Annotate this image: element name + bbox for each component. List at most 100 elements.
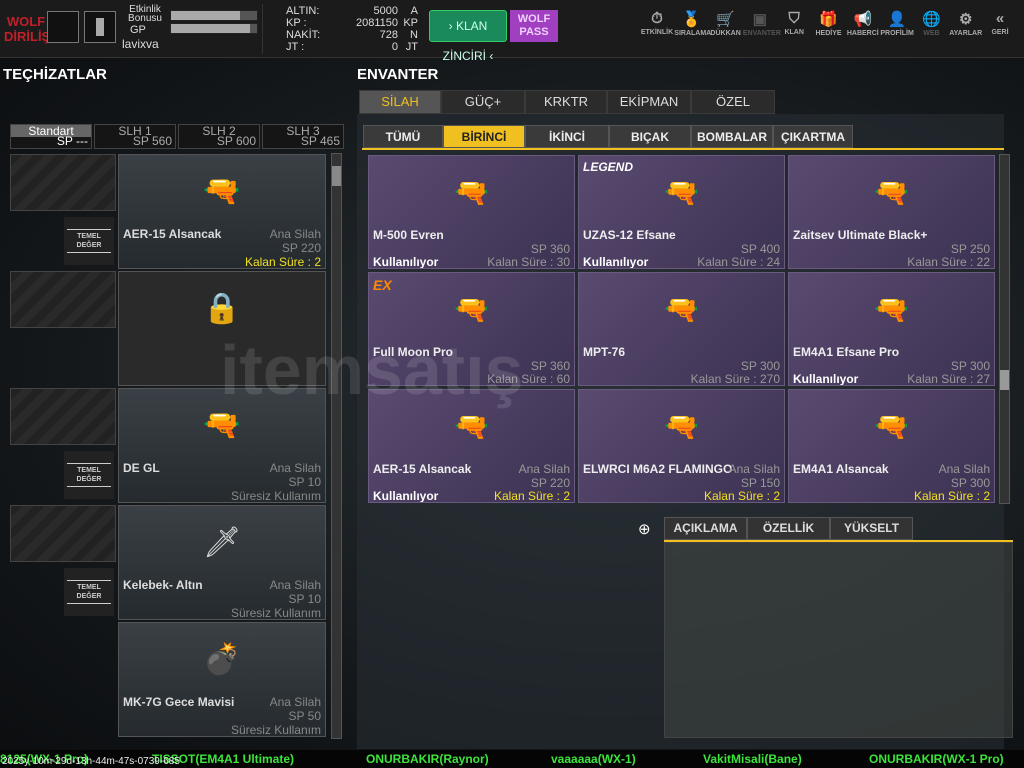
detail-tab-0[interactable]: AÇIKLAMA <box>664 517 747 540</box>
subtab-3[interactable]: BIÇAK <box>609 125 691 148</box>
item-name: MK-7G Gece Mavisi <box>123 695 235 709</box>
subtab-5[interactable]: ÇIKARTMA <box>773 125 853 148</box>
item-type: Ana Silah <box>938 462 990 476</box>
zoom-icon[interactable]: ⊕ <box>638 520 651 538</box>
item-time: Süresiz Kullanım <box>230 489 321 503</box>
weapon-image: 🔫 <box>874 293 909 325</box>
nav-envanter[interactable]: ▣ ENVANTER <box>743 10 781 37</box>
nav-label: AYARLAR <box>949 30 983 37</box>
subtab-4[interactable]: BOMBALAR <box>691 125 773 148</box>
inventory-item[interactable]: 🔫 EM4A1 Efsane Pro SP 300 Kullanılıyor Kalan… <box>788 272 995 386</box>
profi̇li̇m-icon: 👤 <box>887 11 907 28</box>
item-sp: SP 360 <box>530 242 570 256</box>
currency-unit: N <box>410 29 418 41</box>
subtab-2[interactable]: İKİNCİ <box>525 125 609 148</box>
item-time: Süresiz Kullanım <box>230 606 321 620</box>
base-value-button[interactable]: TEMEL DEĞER <box>64 451 114 499</box>
equipped-item[interactable]: 🗡 Kelebek- Altın Ana Silah SP 10 Süresiz Kul… <box>118 505 326 620</box>
currency-value: 0 <box>391 41 398 53</box>
loadout-sp: SP 465 <box>300 134 340 148</box>
weapon-image: 🗡 <box>202 525 242 559</box>
empty-slot[interactable] <box>10 154 116 211</box>
item-time: Kalan Süre : 270 <box>690 372 780 386</box>
tab-4[interactable]: ÖZEL <box>691 90 775 114</box>
equipment-title: TEÇHİZATLAR <box>3 66 107 83</box>
ayarlar-icon: ⚙ <box>958 11 973 28</box>
nav-etki̇nli̇k[interactable]: ⏱ ETKİNLİK <box>640 10 674 36</box>
item-status: Kullanılıyor <box>373 255 439 269</box>
item-sp: SP 150 <box>740 476 780 490</box>
nav-label: SIRALAMA <box>674 30 712 37</box>
loadout-tab[interactable]: SLH 3 SP 465 <box>262 124 344 149</box>
empty-slot[interactable] <box>10 505 116 562</box>
event-bonus-bar <box>170 10 258 21</box>
item-badge: LEGEND <box>583 160 634 174</box>
currency-value: 728 <box>379 29 398 41</box>
nav-profi̇li̇m[interactable]: 👤 PROFİLİM <box>880 10 914 37</box>
loadout-tab[interactable]: SLH 1 SP 560 <box>94 124 176 149</box>
item-time: Kalan Süre : 22 <box>907 255 990 269</box>
base-value-button[interactable]: TEMEL DEĞER <box>64 217 114 265</box>
hedi̇ye-icon: 🎁 <box>819 11 838 28</box>
nav-label: GERİ <box>991 29 1009 36</box>
inventory-item[interactable]: 🔫 ELWRCI M6A2 FLAMINGO Ana Silah SP 150 Kala… <box>578 389 785 503</box>
tab-0[interactable]: SİLAH <box>359 90 441 114</box>
item-name: M-500 Evren <box>373 228 444 242</box>
nav-klan[interactable]: ⛉ KLAN <box>777 10 811 36</box>
tab-2[interactable]: KRKTR <box>525 90 607 114</box>
loadout-sp: SP 560 <box>132 134 172 148</box>
empty-slot[interactable] <box>10 271 116 328</box>
item-name: EM4A1 Alsancak <box>793 462 889 476</box>
base-value-button[interactable]: TEMEL DEĞER <box>64 568 114 616</box>
loadout-tab[interactable]: SLH 2 SP 600 <box>178 124 260 149</box>
nav-hedi̇ye[interactable]: 🎁 HEDİYE <box>812 10 846 37</box>
inventory-item[interactable]: 🔫 Zaitsev Ultimate Black+ SP 250 Kalan Süre… <box>788 155 995 269</box>
inventory-scrollbar[interactable] <box>999 154 1010 504</box>
loadout-tab[interactable]: Standart SP --- <box>10 124 92 149</box>
item-sp: SP 300 <box>950 359 990 373</box>
clan-chain-button[interactable]: › KLAN ZİNCİRİ ‹ <box>429 10 507 63</box>
subtab-0[interactable]: TÜMÜ <box>363 125 443 148</box>
nav-siralama[interactable]: 🏅 SIRALAMA <box>674 10 712 37</box>
currency-value: 5000 <box>373 5 398 17</box>
timestamp: 2025y-10m-29d-13h-44m-47s-0739-685 <box>2 756 180 767</box>
item-type: Ana Silah <box>269 578 321 592</box>
nav-web[interactable]: 🌐 WEB <box>914 10 948 37</box>
tab-1[interactable]: GÜÇ+ <box>441 90 525 114</box>
klan-icon: ⛉ <box>788 10 800 27</box>
item-type: Ana Silah <box>269 461 321 475</box>
item-time: Süresiz Kullanım <box>230 723 321 737</box>
item-time: Kalan Süre : 2 <box>913 489 990 503</box>
equipped-item[interactable]: 🔫 AER-15 Alsancak Ana Silah SP 220 Kalan Sür… <box>118 154 326 269</box>
nav-geri̇[interactable]: « GERİ <box>983 10 1017 36</box>
item-sp: SP 250 <box>950 242 990 256</box>
wolf-pass-button[interactable]: WOLF PASS <box>510 10 558 42</box>
tab-3[interactable]: EKİPMAN <box>607 90 691 114</box>
inventory-item[interactable]: 🔫 MPT-76 SP 300 Kalan Süre : 270 <box>578 272 785 386</box>
item-sp: SP 300 <box>950 476 990 490</box>
gp-label: GP <box>130 24 146 36</box>
weapon-image: 🔫 <box>874 410 909 442</box>
clan-emblem <box>47 11 79 43</box>
nav-dükkan[interactable]: 🛒 DÜKKAN <box>709 10 743 37</box>
nav-ayarlar[interactable]: ⚙ AYARLAR <box>949 10 983 37</box>
item-time: Kalan Süre : 2 <box>493 489 570 503</box>
nav-label: DÜKKAN <box>710 30 741 37</box>
item-name: AER-15 Alsancak <box>123 227 222 241</box>
weapon-image: 🔫 <box>874 176 909 208</box>
equipped-item[interactable]: 💣 MK-7G Gece Mavisi Ana Silah SP 50 Süresiz … <box>118 622 326 737</box>
detail-tab-2[interactable]: YÜKSELT <box>830 517 913 540</box>
inventory-item[interactable]: 🔫 LEGEND UZAS-12 Efsane SP 400 Kullanılıyor K… <box>578 155 785 269</box>
inventory-item[interactable]: 🔫 EM4A1 Alsancak Ana Silah SP 300 Kalan Süre… <box>788 389 995 503</box>
empty-slot[interactable] <box>10 388 116 445</box>
currency-unit: KP <box>403 17 418 29</box>
nav-haberci̇[interactable]: 📢 HABERCİ <box>846 10 880 37</box>
subtab-1[interactable]: BİRİNCİ <box>443 125 525 148</box>
inventory-item[interactable]: 🔫 M-500 Evren SP 360 Kullanılıyor Kalan Süre… <box>368 155 575 269</box>
item-status: Kullanılıyor <box>583 255 649 269</box>
detail-tab-1[interactable]: ÖZELLİK <box>747 517 830 540</box>
item-sp: SP 10 <box>288 592 321 606</box>
item-name: EM4A1 Efsane Pro <box>793 345 900 359</box>
weapon-image: 🔫 <box>664 410 699 442</box>
equipment-scrollbar[interactable] <box>331 153 342 739</box>
